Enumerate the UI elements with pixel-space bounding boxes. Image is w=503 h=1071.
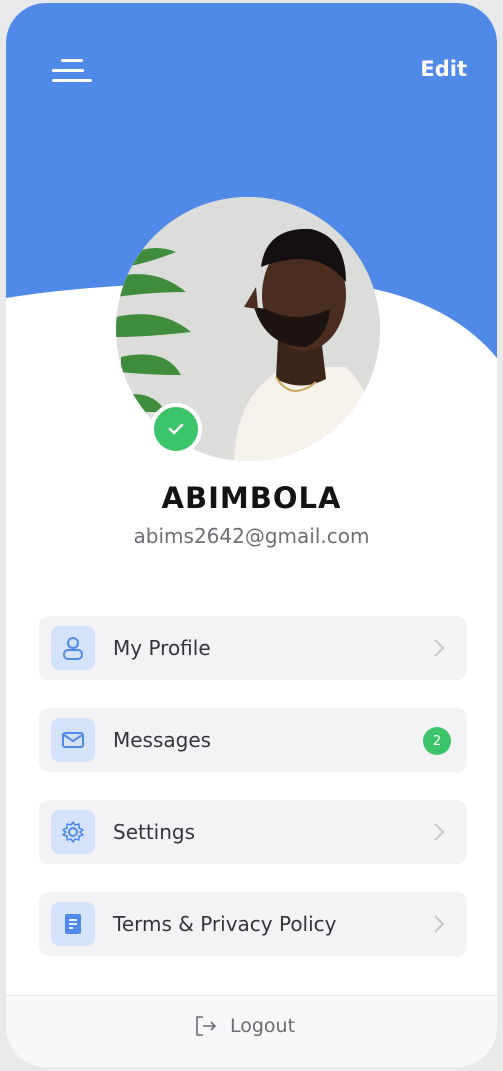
unread-count-badge: 2 [423,727,451,755]
profile-email: abims2642@gmail.com [133,524,370,548]
menu-item-settings[interactable]: Settings [39,800,467,864]
menu-item-messages[interactable]: Messages 2 [39,708,467,772]
mail-icon [51,718,95,762]
menu-item-label: Messages [113,728,212,752]
chevron-right-icon [434,639,445,657]
menu-item-label: My Profile [113,636,211,660]
check-icon [168,423,184,435]
gear-icon [51,810,95,854]
menu-item-label: Settings [113,820,196,844]
chevron-right-icon [434,823,445,841]
menu-list: My Profile Messages 2 Settings Terms & P… [39,616,467,984]
avatar-container [116,197,380,461]
document-icon [51,902,95,946]
logout-label: Logout [230,1015,296,1037]
menu-item-my-profile[interactable]: My Profile [39,616,467,680]
logout-icon [196,1016,217,1036]
menu-item-terms-privacy[interactable]: Terms & Privacy Policy [39,892,467,956]
user-icon [51,626,95,670]
verified-badge [150,403,202,455]
edit-button[interactable]: Edit [420,57,467,81]
menu-item-label: Terms & Privacy Policy [113,912,337,936]
hamburger-menu-button[interactable] [52,55,92,87]
logout-button[interactable]: Logout [194,1014,295,1038]
footer-bar: Logout [6,995,497,1067]
profile-screen: Edit ABIMBOLA abims2642@gmail.com My Pro… [6,3,497,1067]
chevron-right-icon [434,915,445,933]
profile-name: ABIMBOLA [161,481,342,515]
